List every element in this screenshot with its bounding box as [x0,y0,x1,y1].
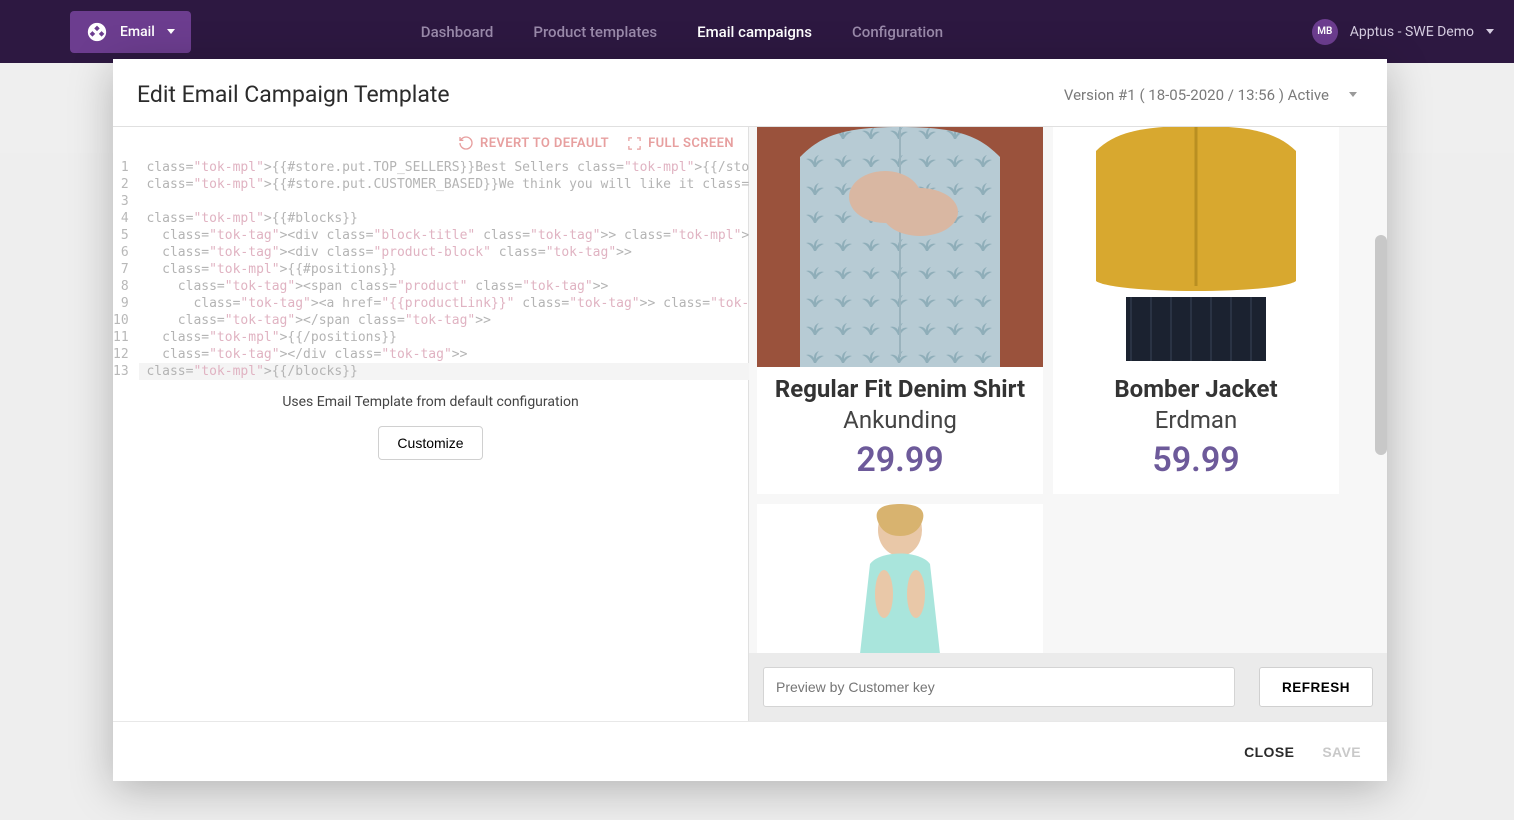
modal-header: Edit Email Campaign Template Version #1 … [113,59,1387,127]
version-select[interactable]: Version #1 ( 18-05-2020 / 13:56 ) Active [1064,86,1363,104]
user-label: Apptus - SWE Demo [1350,24,1474,40]
config-note: Uses Email Template from default configu… [113,380,748,416]
product-title: Regular Fit Denim Shirt [765,367,1035,404]
preview-footer: REFRESH [749,653,1387,721]
nav-product-templates[interactable]: Product templates [533,23,657,41]
preview-customer-key-input[interactable] [763,667,1235,707]
avatar: MB [1312,19,1338,45]
user-menu[interactable]: MB Apptus - SWE Demo [1312,19,1494,45]
caret-down-icon [167,29,175,34]
version-select-label: Version #1 ( 18-05-2020 / 13:56 ) Active [1064,86,1329,104]
scrollbar-thumb[interactable] [1375,235,1387,455]
editor-pane: REVERT TO DEFAULT FULL SCREEN 1234567891… [113,127,749,721]
customize-button[interactable]: Customize [378,426,482,460]
product-card[interactable]: Bomber JacketErdman59.99 [1053,127,1339,494]
app-logo-icon [86,21,108,43]
product-card[interactable] [757,504,1043,653]
save-button: SAVE [1322,744,1361,760]
editor-actions: REVERT TO DEFAULT FULL SCREEN [113,127,748,159]
nav-dashboard[interactable]: Dashboard [421,23,494,41]
product-brand: Ankunding [843,404,957,434]
product-card[interactable]: Regular Fit Denim ShirtAnkunding29.99 [757,127,1043,494]
modal-body: REVERT TO DEFAULT FULL SCREEN 1234567891… [113,127,1387,721]
modal-title: Edit Email Campaign Template [137,81,450,108]
product-title: Bomber Jacket [1104,367,1287,404]
nav-email-campaigns[interactable]: Email campaigns [697,23,812,41]
product-price: 59.99 [1152,434,1239,494]
product-grid: Regular Fit Denim ShirtAnkunding29.99Bom… [757,127,1379,653]
caret-down-icon [1486,29,1494,34]
email-dropdown-label: Email [120,24,155,40]
topbar: Email Dashboard Product templates Email … [0,0,1514,63]
revert-icon [458,135,474,151]
nav-configuration[interactable]: Configuration [852,23,943,41]
product-price: 29.99 [856,434,943,494]
nav: Dashboard Product templates Email campai… [421,23,943,41]
caret-down-icon [1349,92,1357,97]
product-brand: Erdman [1155,404,1237,434]
close-button[interactable]: CLOSE [1244,744,1294,760]
refresh-button[interactable]: REFRESH [1259,667,1373,707]
scrollbar[interactable] [1375,127,1387,721]
modal-footer: CLOSE SAVE [113,721,1387,781]
fullscreen-icon [627,136,642,151]
code-editor[interactable]: 12345678910111213 class="tok-mpl">{{#sto… [113,159,748,380]
revert-to-default-button[interactable]: REVERT TO DEFAULT [458,135,609,151]
preview-pane: Regular Fit Denim ShirtAnkunding29.99Bom… [749,127,1387,721]
fullscreen-button[interactable]: FULL SCREEN [627,136,734,151]
preview-scroll[interactable]: Regular Fit Denim ShirtAnkunding29.99Bom… [749,127,1387,653]
edit-email-campaign-modal: Edit Email Campaign Template Version #1 … [113,59,1387,781]
email-dropdown[interactable]: Email [70,11,191,53]
